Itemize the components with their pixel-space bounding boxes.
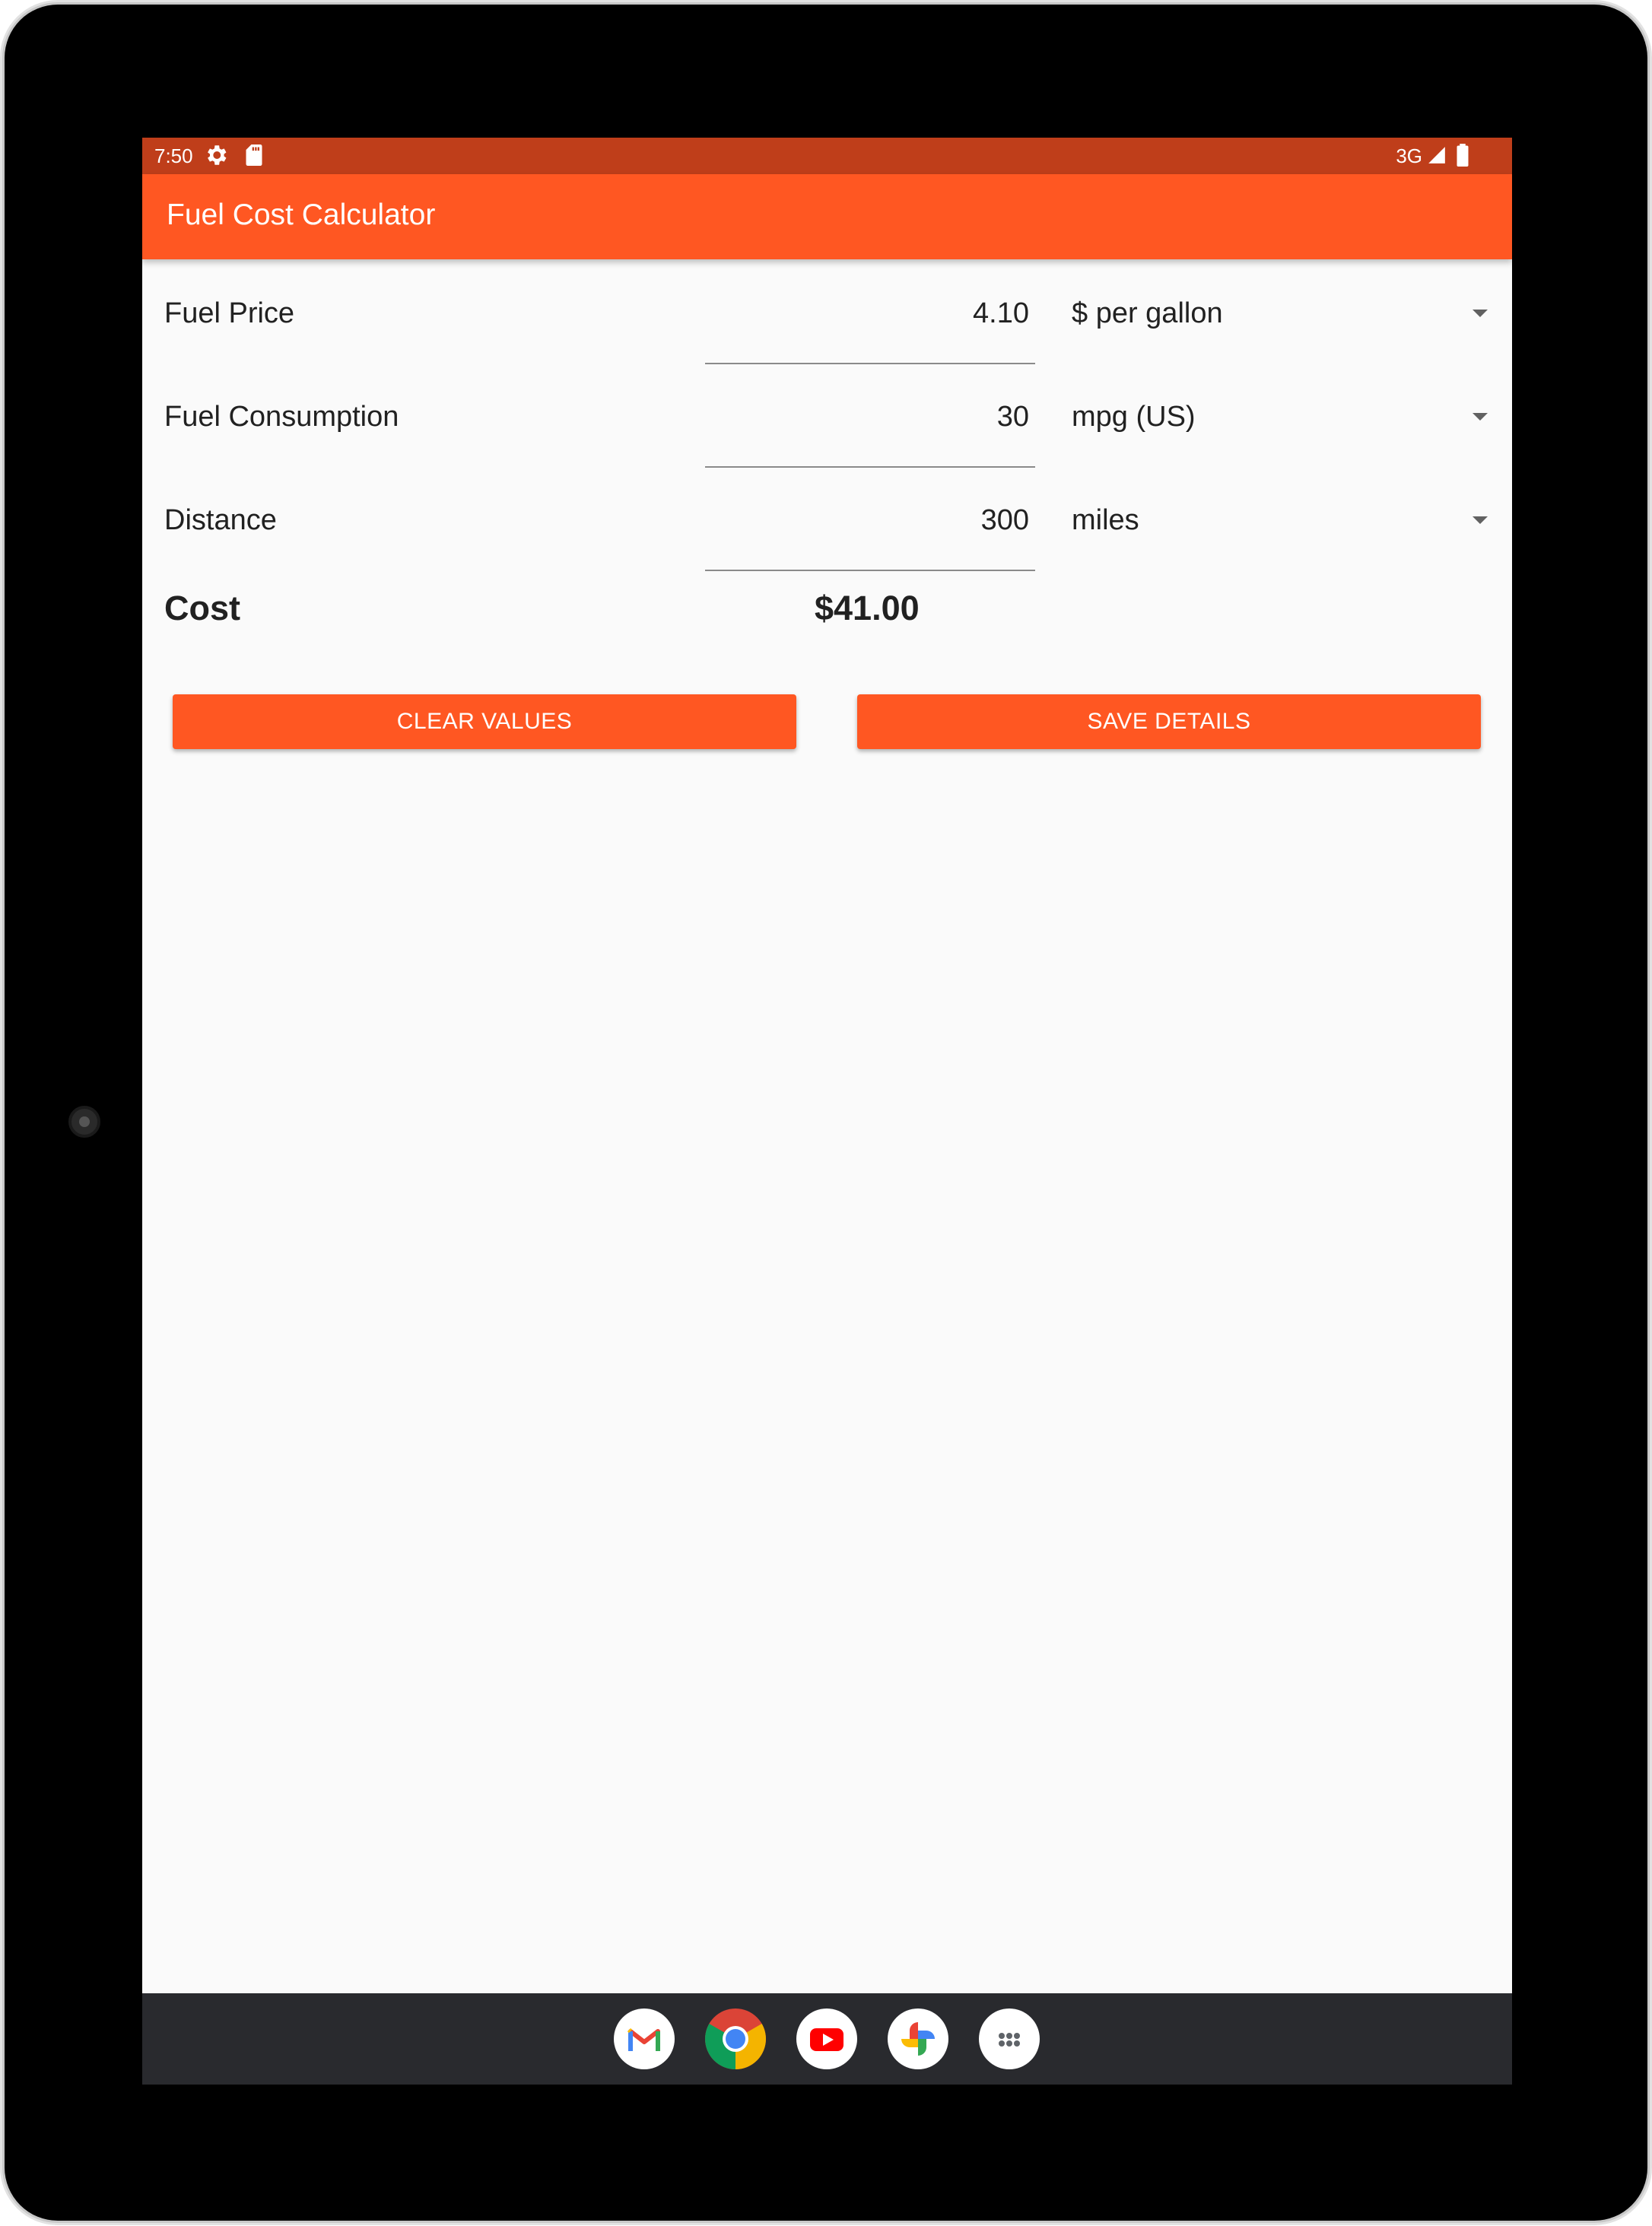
app-drawer-icon[interactable]	[979, 2008, 1040, 2069]
fuel-price-row: Fuel Price 4.10 $ per gallon	[142, 282, 1512, 386]
fuel-consumption-input[interactable]: 30	[705, 386, 1035, 468]
distance-value: 300	[980, 504, 1029, 536]
status-time: 7:50	[154, 144, 193, 167]
battery-icon	[1457, 144, 1469, 167]
gmail-icon[interactable]	[614, 2008, 675, 2069]
sd-card-icon	[246, 144, 262, 166]
dropdown-arrow-icon[interactable]	[1471, 411, 1489, 422]
taskbar-dock	[142, 1993, 1512, 2085]
dropdown-arrow-icon[interactable]	[1471, 308, 1489, 319]
save-details-button[interactable]: SAVE DETAILS	[857, 694, 1481, 749]
fuel-consumption-row: Fuel Consumption 30 mpg (US)	[142, 386, 1512, 489]
settings-icon	[208, 145, 227, 165]
app-title: Fuel Cost Calculator	[167, 198, 436, 231]
distance-row: Distance 300 miles	[142, 489, 1512, 592]
distance-unit-dropdown[interactable]: miles	[1072, 504, 1139, 537]
cost-label: Cost	[164, 589, 240, 627]
status-bar: 7:50 3G	[142, 138, 1512, 174]
app-bar: Fuel Cost Calculator	[142, 174, 1512, 259]
photos-icon[interactable]	[888, 2008, 948, 2069]
fuel-consumption-unit-dropdown[interactable]: mpg (US)	[1072, 401, 1196, 433]
dropdown-arrow-icon[interactable]	[1471, 515, 1489, 526]
distance-input[interactable]: 300	[705, 489, 1035, 571]
fuel-price-value: 4.10	[973, 297, 1029, 329]
fuel-price-input[interactable]: 4.10	[705, 282, 1035, 364]
cost-value: $41.00	[815, 589, 920, 627]
screen: 7:50 3G Fuel Cost Calculator Fuel Price …	[142, 138, 1512, 2085]
network-type: 3G	[1396, 144, 1422, 167]
youtube-icon[interactable]	[796, 2008, 857, 2069]
clear-values-button[interactable]: CLEAR VALUES	[173, 694, 796, 749]
fuel-consumption-value: 30	[996, 401, 1029, 433]
front-camera	[68, 1106, 100, 1138]
fuel-price-label: Fuel Price	[164, 297, 295, 329]
fuel-price-unit-dropdown[interactable]: $ per gallon	[1072, 297, 1223, 330]
fuel-consumption-label: Fuel Consumption	[164, 401, 399, 433]
chrome-icon[interactable]	[705, 2008, 766, 2069]
signal-icon	[1428, 147, 1445, 164]
distance-label: Distance	[164, 504, 277, 536]
